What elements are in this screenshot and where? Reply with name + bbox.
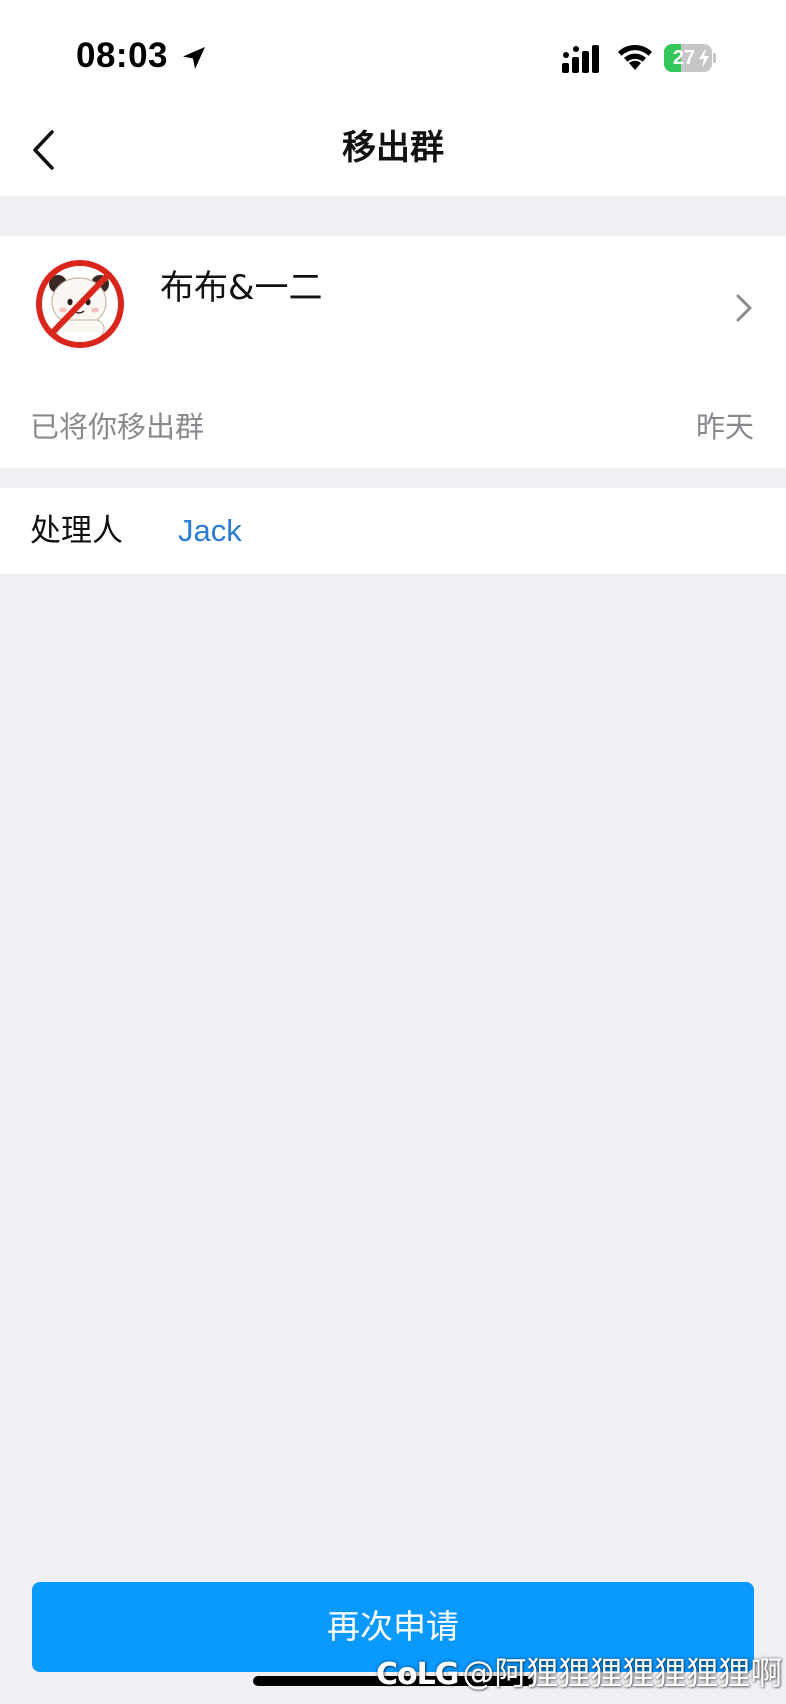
page-title: 移出群 [342,128,444,168]
status-time: 08:03 [76,36,169,75]
watermark-text: @阿狸狸狸狸狸狸狸啊 [462,1654,783,1692]
status-bar: 08:03 27 [0,0,786,100]
chevron-left-icon [33,130,54,170]
watermark: CoLG @阿狸狸狸狸狸狸狸啊 [376,1648,782,1698]
group-card: 布布&一二 已将你移出群 昨天 [0,236,786,468]
charging-bolt-icon [699,48,709,68]
handler-label: 处理人 [30,513,123,549]
cellular-signal-icon [562,45,599,73]
panda-prohibited-icon [34,258,126,350]
removal-notice: 已将你移出群 [30,410,205,444]
wifi-icon [618,44,652,70]
nav-bar: 移出群 [0,100,786,196]
location-arrow-icon [183,47,205,69]
handler-name-link[interactable]: Jack [178,488,242,574]
group-avatar [34,258,126,350]
chevron-right-icon [736,294,752,322]
group-info-row[interactable]: 布布&一二 [0,236,786,386]
group-name: 布布&一二 [160,268,323,308]
battery-icon: 27 [664,44,716,72]
back-button[interactable] [22,120,78,176]
notice-timestamp: 昨天 [695,410,754,444]
watermark-logo: CoLG [376,1657,459,1692]
handler-row: 处理人 Jack [0,488,786,574]
